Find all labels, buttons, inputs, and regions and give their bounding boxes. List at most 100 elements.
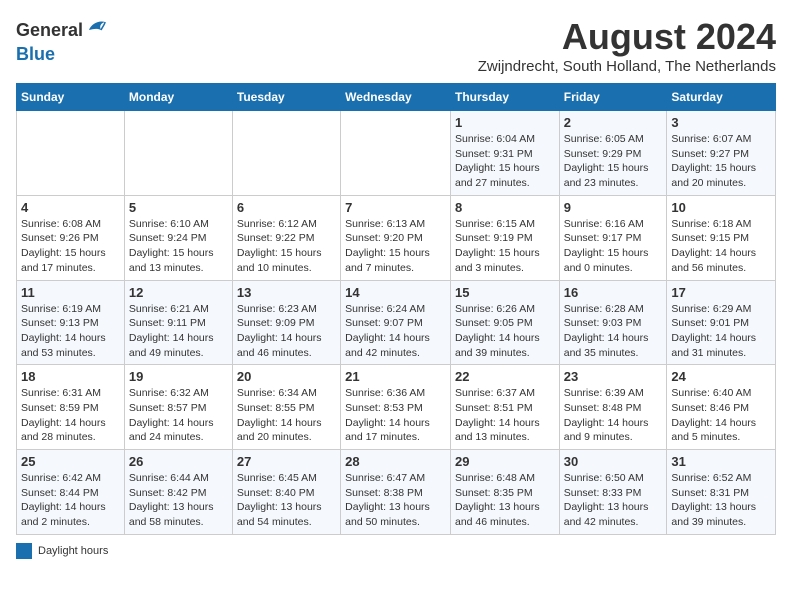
day-info: Sunrise: 6:50 AMSunset: 8:33 PMDaylight:… [564,471,663,530]
day-number: 10 [671,200,771,215]
calendar-cell [341,111,451,196]
day-number: 28 [345,454,446,469]
calendar-cell: 8Sunrise: 6:15 AMSunset: 9:19 PMDaylight… [450,195,559,280]
day-info: Sunrise: 6:04 AMSunset: 9:31 PMDaylight:… [455,132,555,191]
calendar-cell: 24 Sunrise: 6:40 AMSunset: 8:46 PMDayligh… [667,365,776,450]
calendar-cell: 19 Sunrise: 6:32 AMSunset: 8:57 PMDayligh… [124,365,232,450]
day-number: 18 [21,369,120,384]
day-number: 7 [345,200,446,215]
calendar-cell: 1 Sunrise: 6:04 AMSunset: 9:31 PMDaylight… [450,111,559,196]
day-info: Sunrise: 6:39 AMSunset: 8:48 PMDaylight:… [564,386,663,445]
calendar-cell [232,111,340,196]
day-number: 20 [237,369,336,384]
calendar-cell: 4 Sunrise: 6:08 AMSunset: 9:26 PMDaylight… [17,195,125,280]
header-day-monday: Monday [124,84,232,111]
day-info: Sunrise: 6:08 AMSunset: 9:26 PMDaylight:… [21,217,120,276]
day-number: 15 [455,285,555,300]
logo-bird-icon [85,16,107,44]
day-number: 21 [345,369,446,384]
calendar-cell: 5 Sunrise: 6:10 AMSunset: 9:24 PMDaylight… [124,195,232,280]
day-info: Sunrise: 6:26 AMSunset: 9:05 PMDaylight:… [455,302,555,361]
calendar-cell: 20 Sunrise: 6:34 AMSunset: 8:55 PMDayligh… [232,365,340,450]
header-day-sunday: Sunday [17,84,125,111]
month-year-title: August 2024 [478,16,776,58]
day-number: 9 [564,200,663,215]
day-number: 29 [455,454,555,469]
day-number: 4 [21,200,120,215]
header-day-friday: Friday [559,84,667,111]
day-number: 19 [129,369,228,384]
day-number: 13 [237,285,336,300]
calendar-cell: 9 Sunrise: 6:16 AMSunset: 9:17 PMDaylight… [559,195,667,280]
calendar-cell: 10Sunrise: 6:18 AMSunset: 9:15 PMDayligh… [667,195,776,280]
day-number: 25 [21,454,120,469]
day-number: 27 [237,454,336,469]
day-info: Sunrise: 6:32 AMSunset: 8:57 PMDaylight:… [129,386,228,445]
calendar-cell: 26Sunrise: 6:44 AMSunset: 8:42 PMDayligh… [124,450,232,535]
day-info: Sunrise: 6:36 AMSunset: 8:53 PMDaylight:… [345,386,446,445]
day-number: 16 [564,285,663,300]
calendar-cell: 25 Sunrise: 6:42 AMSunset: 8:44 PMDayligh… [17,450,125,535]
day-number: 11 [21,285,120,300]
header-row: SundayMondayTuesdayWednesdayThursdayFrid… [17,84,776,111]
week-row-1: 1 Sunrise: 6:04 AMSunset: 9:31 PMDaylight… [17,111,776,196]
calendar-header: SundayMondayTuesdayWednesdayThursdayFrid… [17,84,776,111]
calendar-cell: 30 Sunrise: 6:50 AMSunset: 8:33 PMDayligh… [559,450,667,535]
day-info: Sunrise: 6:45 AMSunset: 8:40 PMDaylight:… [237,471,336,530]
day-info: Sunrise: 6:12 AMSunset: 9:22 PMDaylight:… [237,217,336,276]
week-row-3: 11 Sunrise: 6:19 AMSunset: 9:13 PMDayligh… [17,280,776,365]
calendar-cell: 12Sunrise: 6:21 AMSunset: 9:11 PMDayligh… [124,280,232,365]
day-number: 14 [345,285,446,300]
logo-blue: Blue [16,44,55,65]
week-row-4: 18 Sunrise: 6:31 AMSunset: 8:59 PMDayligh… [17,365,776,450]
calendar-cell: 14Sunrise: 6:24 AMSunset: 9:07 PMDayligh… [341,280,451,365]
day-info: Sunrise: 6:13 AMSunset: 9:20 PMDaylight:… [345,217,446,276]
calendar-body: 1 Sunrise: 6:04 AMSunset: 9:31 PMDaylight… [17,111,776,535]
day-number: 6 [237,200,336,215]
calendar-cell: 6 Sunrise: 6:12 AMSunset: 9:22 PMDaylight… [232,195,340,280]
header-day-wednesday: Wednesday [341,84,451,111]
title-block: August 2024 Zwijndrecht, South Holland, … [478,16,776,75]
calendar-cell: 23Sunrise: 6:39 AMSunset: 8:48 PMDayligh… [559,365,667,450]
day-info: Sunrise: 6:52 AMSunset: 8:31 PMDaylight:… [671,471,771,530]
logo: General Blue [16,16,107,65]
header-day-thursday: Thursday [450,84,559,111]
page-header: General Blue August 2024 Zwijndrecht, So… [16,16,776,75]
calendar-cell: 3Sunrise: 6:07 AMSunset: 9:27 PMDaylight… [667,111,776,196]
day-info: Sunrise: 6:31 AMSunset: 8:59 PMDaylight:… [21,386,120,445]
day-info: Sunrise: 6:16 AMSunset: 9:17 PMDaylight:… [564,217,663,276]
day-number: 5 [129,200,228,215]
day-number: 1 [455,115,555,130]
legend: Daylight hours [16,543,776,559]
week-row-5: 25 Sunrise: 6:42 AMSunset: 8:44 PMDayligh… [17,450,776,535]
day-number: 17 [671,285,771,300]
day-number: 22 [455,369,555,384]
calendar-cell: 22Sunrise: 6:37 AMSunset: 8:51 PMDayligh… [450,365,559,450]
legend-label: Daylight hours [38,545,108,557]
day-number: 24 [671,369,771,384]
calendar-cell: 29 Sunrise: 6:48 AMSunset: 8:35 PMDayligh… [450,450,559,535]
day-info: Sunrise: 6:10 AMSunset: 9:24 PMDaylight:… [129,217,228,276]
day-info: Sunrise: 6:40 AMSunset: 8:46 PMDaylight:… [671,386,771,445]
day-number: 30 [564,454,663,469]
calendar-cell: 18 Sunrise: 6:31 AMSunset: 8:59 PMDayligh… [17,365,125,450]
day-info: Sunrise: 6:48 AMSunset: 8:35 PMDaylight:… [455,471,555,530]
calendar-cell: 16Sunrise: 6:28 AMSunset: 9:03 PMDayligh… [559,280,667,365]
day-info: Sunrise: 6:29 AMSunset: 9:01 PMDaylight:… [671,302,771,361]
day-info: Sunrise: 6:44 AMSunset: 8:42 PMDaylight:… [129,471,228,530]
calendar-cell: 31Sunrise: 6:52 AMSunset: 8:31 PMDayligh… [667,450,776,535]
calendar-cell: 28Sunrise: 6:47 AMSunset: 8:38 PMDayligh… [341,450,451,535]
day-info: Sunrise: 6:34 AMSunset: 8:55 PMDaylight:… [237,386,336,445]
day-info: Sunrise: 6:42 AMSunset: 8:44 PMDaylight:… [21,471,120,530]
calendar-cell: 7 Sunrise: 6:13 AMSunset: 9:20 PMDaylight… [341,195,451,280]
calendar-cell: 11 Sunrise: 6:19 AMSunset: 9:13 PMDayligh… [17,280,125,365]
calendar-cell: 2Sunrise: 6:05 AMSunset: 9:29 PMDaylight… [559,111,667,196]
calendar-cell [124,111,232,196]
legend-box [16,543,32,559]
calendar-cell [17,111,125,196]
week-row-2: 4 Sunrise: 6:08 AMSunset: 9:26 PMDaylight… [17,195,776,280]
day-info: Sunrise: 6:19 AMSunset: 9:13 PMDaylight:… [21,302,120,361]
day-info: Sunrise: 6:23 AMSunset: 9:09 PMDaylight:… [237,302,336,361]
logo-general: General [16,20,83,41]
header-day-saturday: Saturday [667,84,776,111]
